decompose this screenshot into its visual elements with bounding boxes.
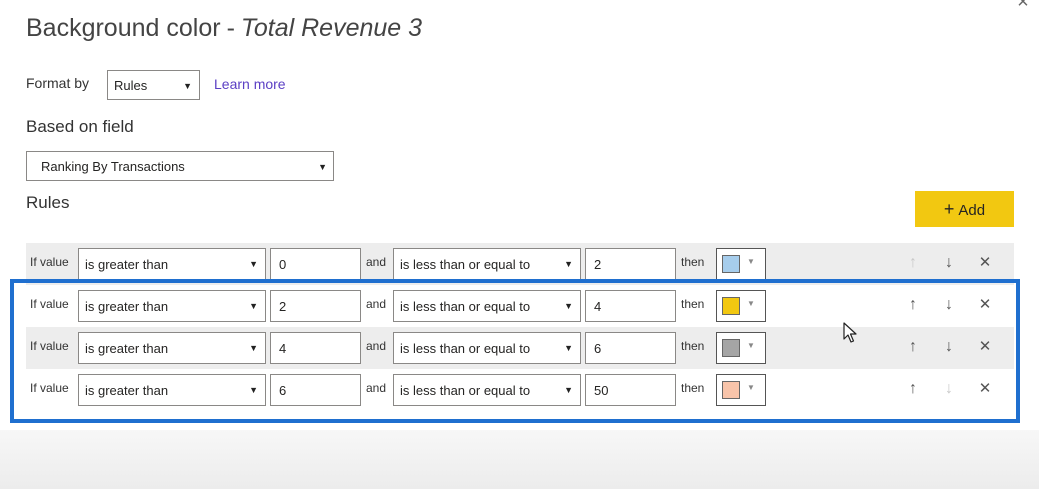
rule-value1-input[interactable]: 0 (270, 248, 361, 280)
then-label: then (681, 339, 705, 353)
rules-label: Rules (26, 193, 70, 212)
chevron-down-icon: ▼ (564, 259, 573, 269)
if-value-label: If value (30, 255, 69, 269)
if-value-label: If value (30, 297, 69, 311)
close-icon[interactable]: ✕ (975, 295, 995, 315)
chevron-down-icon: ▼ (318, 162, 327, 172)
chevron-down-icon: ▼ (249, 385, 258, 395)
based-on-field-select[interactable]: Ranking By Transactions ▼ (26, 151, 334, 181)
background-color-dialog: × Background color - Total Revenue 3 Forma… (0, 0, 1039, 430)
background-band (0, 430, 1039, 489)
based-on-field-label: Based on field (26, 117, 134, 136)
rule-condition1-select[interactable]: is greater than ▼ (78, 374, 266, 406)
format-by-select[interactable]: Rules ▼ (107, 70, 200, 100)
if-value-label: If value (30, 339, 69, 353)
arrow-up-icon: ↑ (909, 254, 917, 271)
rule-color-picker[interactable]: ▼ (716, 290, 766, 322)
rule-value2-input[interactable]: 6 (585, 332, 676, 364)
rule-value1-input[interactable]: 2 (270, 290, 361, 322)
arrow-up-icon[interactable]: ↑ (903, 295, 923, 315)
add-rule-label: Add (958, 202, 986, 219)
learn-more-link[interactable]: Learn more (214, 76, 286, 92)
close-icon[interactable]: × (1013, 0, 1033, 12)
rule-color-picker[interactable]: ▼ (716, 332, 766, 364)
rule-row: If value is greater than ▼ 6 and is less … (26, 369, 1014, 411)
rule-row: If value is greater than ▼ 4 and is less … (26, 327, 1014, 369)
rule-condition1-select[interactable]: is greater than ▼ (78, 248, 266, 280)
color-swatch (722, 381, 740, 399)
format-by-label: Format by (26, 75, 90, 91)
rule-condition2-select[interactable]: is less than or equal to ▼ (393, 332, 581, 364)
arrow-up-icon[interactable]: ↑ (903, 379, 923, 399)
chevron-down-icon: ▼ (747, 257, 755, 266)
if-value-label: If value (30, 381, 69, 395)
add-rule-button[interactable]: + Add (915, 191, 1014, 227)
chevron-down-icon: ▼ (249, 343, 258, 353)
arrow-down-icon: ↓ (945, 380, 953, 397)
chevron-down-icon: ▼ (564, 343, 573, 353)
rule-value1-input[interactable]: 6 (270, 374, 361, 406)
rule-condition1-value: is greater than (85, 299, 169, 314)
close-icon[interactable]: ✕ (975, 253, 995, 273)
rule-condition2-select[interactable]: is less than or equal to ▼ (393, 290, 581, 322)
dialog-title: Background color - Total Revenue 3 (26, 14, 422, 43)
then-label: then (681, 381, 705, 395)
rule-row: If value is greater than ▼ 2 and is less … (26, 285, 1014, 327)
format-by-value: Rules (114, 78, 148, 93)
then-label: then (681, 255, 705, 269)
and-label: and (366, 339, 387, 353)
plus-icon: + (943, 199, 955, 219)
rule-value2-input[interactable]: 2 (585, 248, 676, 280)
rule-value1-input[interactable]: 4 (270, 332, 361, 364)
color-swatch (722, 297, 740, 315)
close-icon[interactable]: ✕ (975, 337, 995, 357)
rule-color-picker[interactable]: ▼ (716, 248, 766, 280)
chevron-down-icon: ▼ (249, 301, 258, 311)
arrow-up-icon[interactable]: ↑ (903, 337, 923, 357)
arrow-down-icon[interactable]: ↓ (939, 337, 959, 357)
color-swatch (722, 255, 740, 273)
arrow-down-icon[interactable]: ↓ (939, 295, 959, 315)
rule-value2-input[interactable]: 50 (585, 374, 676, 406)
title-separator: - (226, 14, 235, 42)
rule-condition2-value: is less than or equal to (400, 341, 531, 356)
chevron-down-icon: ▼ (747, 299, 755, 308)
rule-condition2-value: is less than or equal to (400, 383, 531, 398)
rule-condition2-select[interactable]: is less than or equal to ▼ (393, 248, 581, 280)
and-label: and (366, 297, 387, 311)
rule-condition1-select[interactable]: is greater than ▼ (78, 290, 266, 322)
rule-row: If value is greater than ▼ 0 and is less … (26, 243, 1014, 285)
rule-color-picker[interactable]: ▼ (716, 374, 766, 406)
then-label: then (681, 297, 705, 311)
arrow-down-icon[interactable]: ↓ (939, 253, 959, 273)
rule-condition1-select[interactable]: is greater than ▼ (78, 332, 266, 364)
rule-condition2-value: is less than or equal to (400, 299, 531, 314)
chevron-down-icon: ▼ (564, 301, 573, 311)
chevron-down-icon: ▼ (183, 81, 192, 91)
chevron-down-icon: ▼ (747, 341, 755, 350)
title-prefix: Background color (26, 14, 221, 42)
title-field-name: Total Revenue 3 (240, 14, 423, 42)
close-icon[interactable]: ✕ (975, 379, 995, 399)
based-on-field-value: Ranking By Transactions (41, 159, 185, 174)
mouse-pointer-icon (843, 322, 857, 343)
rule-condition1-value: is greater than (85, 257, 169, 272)
rule-value2-input[interactable]: 4 (585, 290, 676, 322)
chevron-down-icon: ▼ (747, 383, 755, 392)
color-swatch (722, 339, 740, 357)
and-label: and (366, 255, 387, 269)
chevron-down-icon: ▼ (249, 259, 258, 269)
chevron-down-icon: ▼ (564, 385, 573, 395)
rule-condition2-select[interactable]: is less than or equal to ▼ (393, 374, 581, 406)
rule-condition2-value: is less than or equal to (400, 257, 531, 272)
rule-condition1-value: is greater than (85, 383, 169, 398)
rule-condition1-value: is greater than (85, 341, 169, 356)
and-label: and (366, 381, 387, 395)
